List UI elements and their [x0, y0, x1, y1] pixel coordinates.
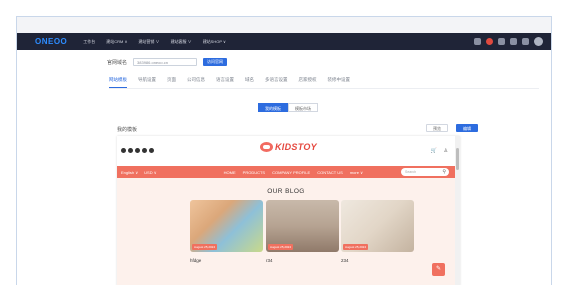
twitter-icon[interactable]: [128, 148, 133, 153]
toggle-template-market[interactable]: 模板市场: [288, 103, 318, 112]
edit-button[interactable]: 编辑: [456, 124, 478, 132]
blog-card-title: r34: [266, 258, 273, 263]
blog-date: August 25,2024: [268, 244, 294, 250]
blog-image: August 25,2024: [266, 200, 339, 252]
top-nav-crm[interactable]: 建站CRM ∨: [106, 39, 127, 45]
top-nav: 工作台 建站CRM ∨ 建站营销 ∨ 建站客服 ∨ 建站SHOP ∨: [83, 39, 226, 45]
currency-select[interactable]: USD ∨: [144, 170, 156, 175]
tab-decoration[interactable]: 装修中设置: [328, 77, 351, 88]
tab-language[interactable]: 语言设置: [216, 77, 234, 88]
toggle-my-templates[interactable]: 我的模板: [258, 103, 288, 112]
blog-date: August 25,2024: [343, 244, 369, 250]
blog-image: August 25,2024: [190, 200, 263, 252]
youtube-icon[interactable]: [149, 148, 154, 153]
language-select[interactable]: English ∨: [121, 170, 138, 175]
blog-card[interactable]: August 25,2024 hfdge: [190, 200, 263, 263]
top-navbar: ONEOO 工作台 建站CRM ∨ 建站营销 ∨ 建站客服 ∨ 建站SHOP ∨: [17, 33, 551, 50]
tab-pages[interactable]: 页面: [167, 77, 176, 88]
template-preview: KIDSTOY 🛒 ♙ English ∨ USD ∨ HOME PRODUCT…: [117, 136, 460, 285]
brand-logo[interactable]: KIDSTOY: [260, 142, 317, 152]
user-icon[interactable]: ♙: [444, 148, 448, 154]
template-toggle: 我的模板 模板市场: [258, 103, 318, 112]
menu-company-profile[interactable]: COMPANY PROFILE: [272, 170, 310, 175]
top-nav-shop[interactable]: 建站SHOP ∨: [203, 39, 226, 45]
preview-button[interactable]: 预览: [426, 124, 448, 132]
chat-widget-icon[interactable]: ✎: [432, 263, 445, 276]
bell-icon[interactable]: [498, 38, 505, 45]
blog-card-title: hfdge: [190, 258, 202, 263]
blog-image: August 25,2024: [341, 200, 414, 252]
top-nav-dashboard[interactable]: 工作台: [83, 39, 95, 45]
template-actions: 预览 编辑: [426, 124, 478, 132]
main-panel: 官网域名 383986.oneoo.cn 访问官网 网站模板 导航设置 页面 公…: [17, 50, 551, 285]
social-icons: [121, 148, 154, 153]
settings-icon[interactable]: [522, 38, 529, 45]
settings-tabs: 网站模板 导航设置 页面 公司信息 语言设置 域名 多语言设置 店家授权 装修中…: [109, 77, 350, 88]
menu-products[interactable]: PRODUCTS: [243, 170, 265, 175]
app-window: ONEOO 工作台 建站CRM ∨ 建站营销 ∨ 建站客服 ∨ 建站SHOP ∨…: [16, 16, 552, 285]
menu-contact-us[interactable]: CONTACT US: [317, 170, 343, 175]
blog-card-title: 234: [341, 258, 349, 263]
facebook-icon[interactable]: [121, 148, 126, 153]
site-search-input[interactable]: Search ⚲: [401, 168, 449, 176]
tab-navigation[interactable]: 导航设置: [138, 77, 156, 88]
top-nav-service[interactable]: 建站客服 ∨: [171, 39, 192, 45]
tab-templates[interactable]: 网站模板: [109, 77, 127, 88]
tab-multilang[interactable]: 多语言设置: [265, 77, 288, 88]
preview-scrollbar[interactable]: [455, 136, 460, 285]
tab-authorization[interactable]: 店家授权: [299, 77, 317, 88]
domain-row: 官网域名 383986.oneoo.cn 访问官网: [107, 58, 228, 66]
instagram-icon[interactable]: [142, 148, 147, 153]
top-nav-marketing[interactable]: 建站营销 ∨: [138, 39, 159, 45]
site-locale: English ∨ USD ∨: [121, 170, 157, 175]
cart-icon[interactable]: 🛒: [431, 148, 437, 154]
tab-domain[interactable]: 域名: [245, 77, 254, 88]
menu-home[interactable]: HOME: [224, 170, 236, 175]
blog-title: OUR BLOG: [267, 188, 305, 195]
app-logo[interactable]: ONEOO: [35, 37, 67, 46]
blog-date: August 25,2024: [192, 244, 218, 250]
top-icons: [474, 37, 543, 46]
blog-card[interactable]: August 25,2024 r34: [266, 200, 339, 263]
monkey-logo-icon: [260, 142, 273, 152]
scrollbar-thumb[interactable]: [456, 148, 459, 170]
avatar[interactable]: [534, 37, 543, 46]
pinterest-icon[interactable]: [135, 148, 140, 153]
site-menu: HOME PRODUCTS COMPANY PROFILE CONTACT US…: [224, 170, 363, 175]
search-icon[interactable]: ⚲: [442, 168, 446, 176]
notification-icon[interactable]: [486, 38, 493, 45]
search-placeholder: Search: [405, 170, 417, 174]
grid-icon[interactable]: [474, 38, 481, 45]
menu-more[interactable]: more ∨: [350, 170, 363, 175]
message-icon[interactable]: [510, 38, 517, 45]
visit-site-button[interactable]: 访问官网: [203, 58, 228, 66]
brand-name: KIDSTOY: [275, 142, 317, 152]
section-title: 我的模板: [117, 127, 138, 133]
blog-card[interactable]: August 25,2024 234: [341, 200, 414, 263]
site-navbar: English ∨ USD ∨ HOME PRODUCTS COMPANY PR…: [117, 166, 455, 178]
tab-divider: [109, 88, 539, 89]
domain-label: 官网域名: [107, 59, 128, 66]
domain-field[interactable]: 383986.oneoo.cn: [133, 58, 198, 66]
tab-company-info[interactable]: 公司信息: [187, 77, 205, 88]
